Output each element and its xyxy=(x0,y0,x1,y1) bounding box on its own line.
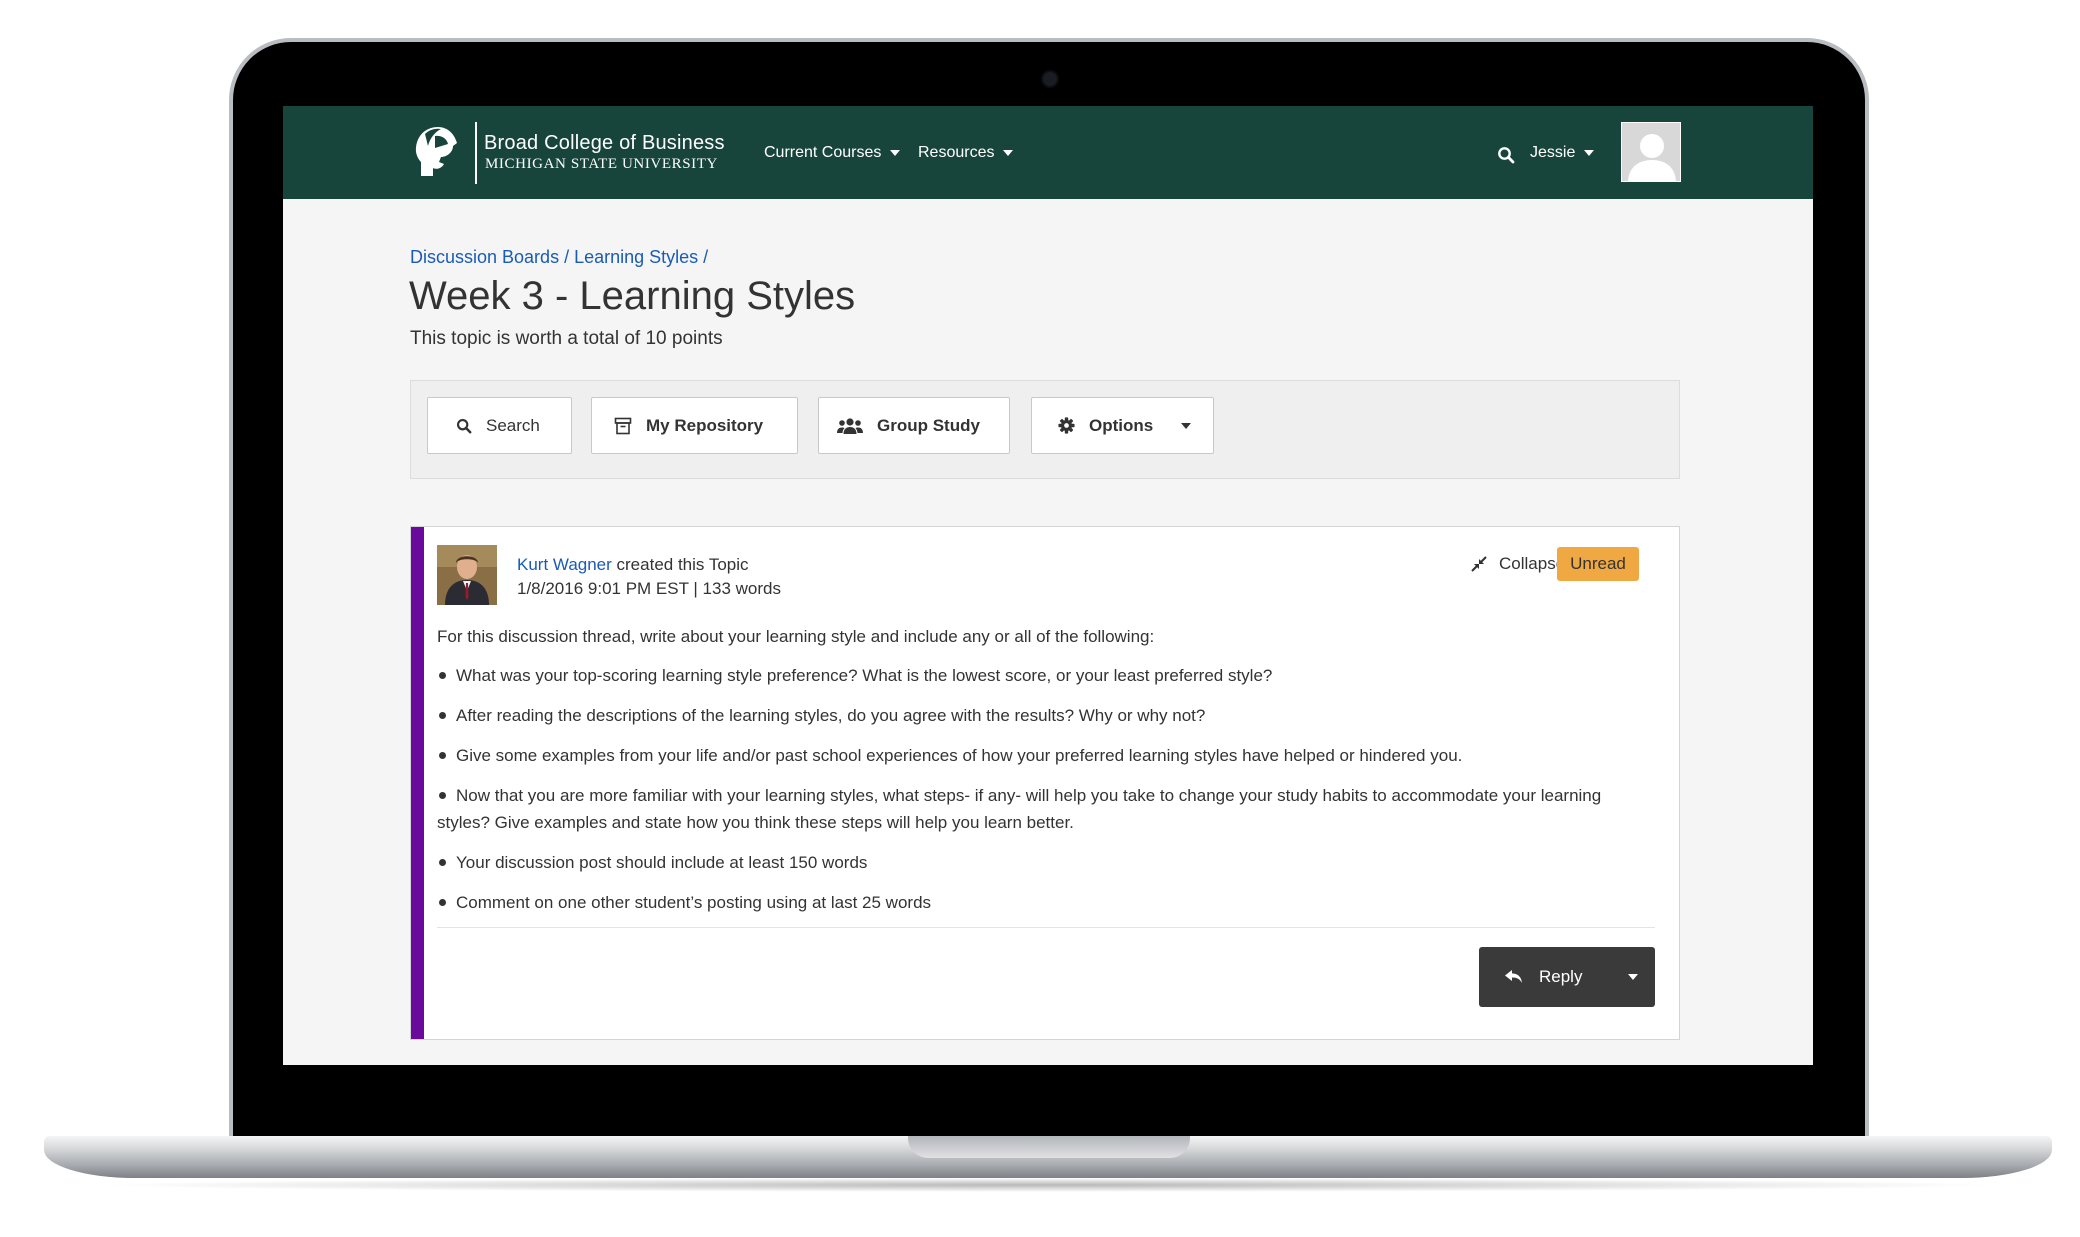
reply-icon xyxy=(1505,970,1522,983)
webcam xyxy=(1043,72,1057,86)
list-item-text: What was your top-scoring learning style… xyxy=(456,666,1273,685)
chevron-down-icon xyxy=(1181,422,1192,429)
reply-button[interactable]: Reply xyxy=(1479,947,1655,1007)
list-item: Now that you are more familiar with your… xyxy=(437,782,1647,836)
author-photo-image xyxy=(437,545,497,605)
list-item-text: After reading the descriptions of the le… xyxy=(456,706,1206,725)
search-button[interactable]: Search xyxy=(427,397,572,454)
nav-current-courses[interactable]: Current Courses xyxy=(764,144,901,162)
post-divider xyxy=(437,927,1655,928)
list-item-text: Comment on one other student’s posting u… xyxy=(456,893,932,912)
author-action-text: created this Topic xyxy=(611,555,749,574)
laptop-base-notch xyxy=(908,1136,1190,1158)
options-button[interactable]: Options xyxy=(1031,397,1214,454)
page-subtitle: This topic is worth a total of 10 points xyxy=(410,328,723,349)
avatar[interactable] xyxy=(1621,122,1681,182)
list-item-text: Give some examples from your life and/or… xyxy=(456,746,1463,765)
compress-icon xyxy=(1471,556,1487,572)
post-author-line: Kurt Wagner created this Topic xyxy=(517,555,749,575)
post-intro: For this discussion thread, write about … xyxy=(437,627,1155,646)
logo-college-name[interactable]: Broad College of Business xyxy=(484,132,725,155)
archive-icon xyxy=(614,417,632,434)
toolbar: Search My Repository Group Study Options xyxy=(410,380,1680,479)
group-study-button[interactable]: Group Study xyxy=(818,397,1010,454)
laptop-shadow xyxy=(90,1178,2006,1192)
my-repository-label: My Repository xyxy=(646,415,764,435)
nav-resources[interactable]: Resources xyxy=(918,144,1014,162)
list-item: Give some examples from your life and/or… xyxy=(437,742,1647,769)
screen: Broad College of Business MICHIGAN STATE… xyxy=(283,106,1813,1065)
breadcrumb[interactable]: Discussion Boards / Learning Styles / xyxy=(410,247,708,268)
reply-label: Reply xyxy=(1539,967,1583,986)
collapse-button[interactable]: Collapse xyxy=(1471,554,1565,574)
search-button-label: Search xyxy=(486,415,540,435)
users-icon xyxy=(837,417,863,434)
options-label: Options xyxy=(1089,415,1154,435)
bullet-dot xyxy=(439,672,446,680)
chevron-down-icon xyxy=(1003,150,1014,156)
page-title: Week 3 - Learning Styles xyxy=(409,274,856,318)
group-study-label: Group Study xyxy=(877,415,980,435)
list-item-text: Now that you are more familiar with your… xyxy=(437,786,1602,832)
chevron-down-icon xyxy=(890,150,901,156)
logo-divider xyxy=(475,122,477,184)
user-menu[interactable]: Jessie xyxy=(1530,144,1595,162)
list-item: What was your top-scoring learning style… xyxy=(437,662,1647,689)
list-item-text: Your discussion post should include at l… xyxy=(456,853,868,872)
post-accent-bar xyxy=(411,527,424,1039)
user-silhouette-icon xyxy=(1628,134,1676,181)
my-repository-button[interactable]: My Repository xyxy=(591,397,798,454)
top-navbar: Broad College of Business MICHIGAN STATE… xyxy=(283,106,1813,199)
spartan-helmet-icon[interactable] xyxy=(411,124,461,180)
collapse-label: Collapse xyxy=(1499,554,1566,573)
list-item: Your discussion post should include at l… xyxy=(437,849,1647,876)
list-item: Comment on one other student’s posting u… xyxy=(437,889,1647,916)
discussion-post: Kurt Wagner created this Topic 1/8/2016 … xyxy=(410,526,1680,1040)
post-meta: 1/8/2016 9:01 PM EST | 133 words xyxy=(517,579,781,598)
bullet-dot xyxy=(439,712,446,720)
logo-university-name[interactable]: MICHIGAN STATE UNIVERSITY xyxy=(485,156,718,173)
author-avatar[interactable] xyxy=(437,545,497,605)
unread-badge[interactable]: Unread xyxy=(1557,547,1639,581)
chevron-down-icon[interactable] xyxy=(1628,974,1638,980)
bullet-dot xyxy=(439,859,446,867)
list-item: After reading the descriptions of the le… xyxy=(437,702,1647,729)
nav-resources-label: Resources xyxy=(918,144,995,161)
bullet-dot xyxy=(439,792,446,800)
author-name-link[interactable]: Kurt Wagner xyxy=(517,555,612,574)
gear-icon xyxy=(1058,417,1075,434)
search-icon xyxy=(456,418,472,433)
nav-current-courses-label: Current Courses xyxy=(764,144,882,161)
chevron-down-icon xyxy=(1584,150,1595,156)
search-icon[interactable] xyxy=(1497,146,1515,164)
user-name: Jessie xyxy=(1530,144,1576,161)
bullet-dot xyxy=(439,899,446,907)
post-body: For this discussion thread, write about … xyxy=(437,623,1647,929)
bullet-dot xyxy=(439,752,446,760)
